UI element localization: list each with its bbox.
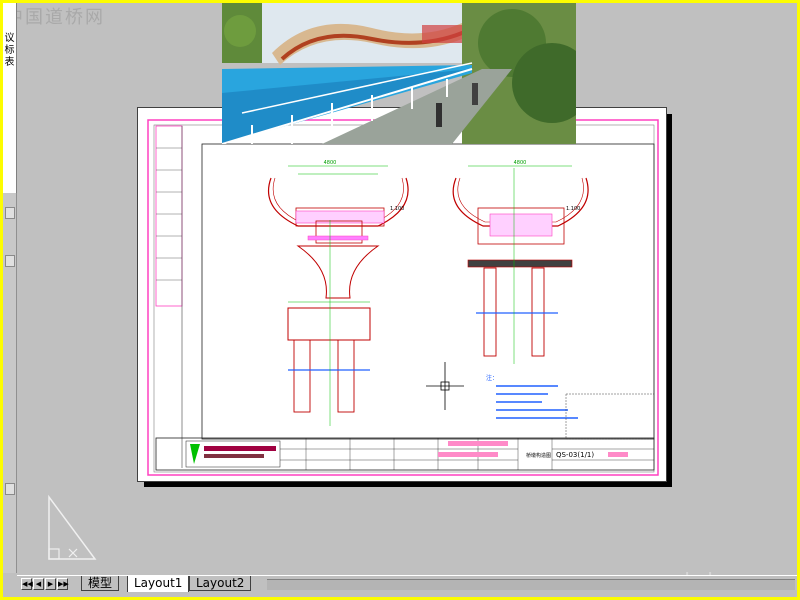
left-toolbar-handle-3[interactable] <box>5 483 15 495</box>
tab-model[interactable]: 模型 <box>81 576 120 591</box>
company-logo-icon <box>190 444 200 464</box>
notes-heading: 注： <box>486 374 498 382</box>
dim-top-left: 4800 <box>324 160 337 166</box>
bridge-rendering-image <box>222 3 576 144</box>
tab-nav-next-button[interactable]: ▶ <box>45 578 56 590</box>
site-watermark-top: 中国道桥网 <box>5 7 105 28</box>
left-toolbar-handle-2[interactable] <box>5 255 15 267</box>
right-pier-elevation: 4800 1.100 <box>452 160 589 364</box>
tab-layout2[interactable]: Layout2 <box>189 576 252 591</box>
left-signature-strip <box>155 125 183 307</box>
tab-nav-prev-button[interactable]: ◀ <box>33 578 44 590</box>
sheet-frame <box>147 119 659 476</box>
left-pier-elevation: 4800 1.100 <box>267 160 409 426</box>
ucs-icon <box>48 494 97 560</box>
title-block-label: 桥墩构造图 <box>526 452 551 459</box>
drawing-area-border <box>201 143 655 440</box>
left-toolbar-handle-1[interactable] <box>5 207 15 219</box>
cad-drawing: 4800 1.100 4800 1.100 注： 桥墩构造图 QS-03(1/1… <box>147 119 659 476</box>
layout-paper-sheet[interactable]: 4800 1.100 4800 1.100 注： 桥墩构造图 QS-03(1/1… <box>137 107 667 482</box>
dim-top-right: 4800 <box>514 160 527 166</box>
sheet-inner-frame <box>153 124 655 473</box>
layout-tab-bar: ◀◀ ◀ ▶ ▶▶ 模型 Layout1 Layout2 <box>17 575 797 593</box>
left-panel-text: 议标表 <box>4 33 15 68</box>
elevation-left: 1.100 <box>390 206 404 212</box>
left-side-panel: 议标表 <box>3 3 17 193</box>
autocad-window: 中国道桥网 议标表 4800 1.100 4800 1.100 注： 桥墩构造图… <box>3 3 797 597</box>
bridge-rendering-svg <box>222 3 576 144</box>
elevation-right: 1.100 <box>566 206 580 212</box>
tab-layout1[interactable]: Layout1 <box>127 576 190 592</box>
tab-nav-last-button[interactable]: ▶▶ <box>57 578 69 590</box>
drawing-number: QS-03(1/1) <box>556 451 594 459</box>
horizontal-scrollbar[interactable] <box>267 579 795 590</box>
left-vertical-toolbar[interactable] <box>3 193 17 573</box>
tab-nav-first-button[interactable]: ◀◀ <box>21 578 33 590</box>
title-block: 桥墩构造图 QS-03(1/1) <box>155 437 655 471</box>
crosshair-cursor <box>426 362 464 410</box>
